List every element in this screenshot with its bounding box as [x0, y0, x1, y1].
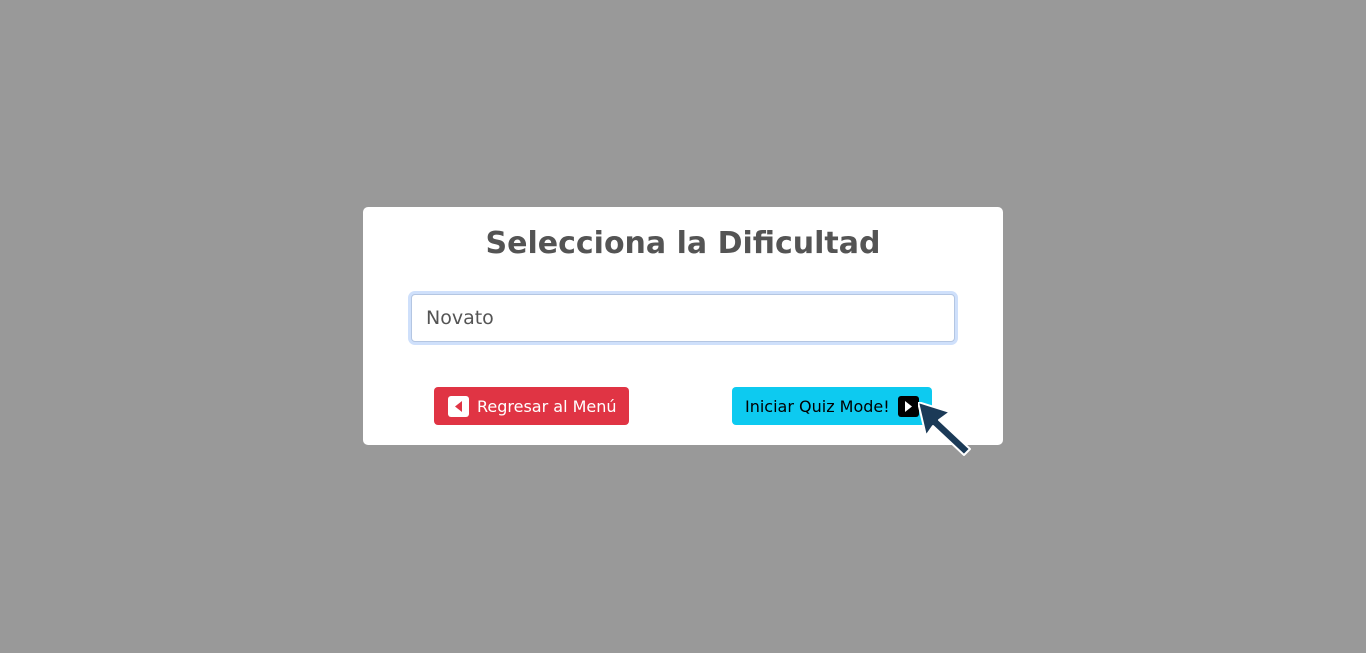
- start-button-label: Iniciar Quiz Mode!: [745, 396, 890, 416]
- start-quiz-button[interactable]: Iniciar Quiz Mode!: [732, 387, 932, 425]
- back-to-menu-button[interactable]: Regresar al Menú: [434, 387, 629, 425]
- difficulty-select-value: Novato: [426, 307, 494, 329]
- mouse-pointer-icon: [917, 401, 974, 458]
- difficulty-modal: Selecciona la Dificultad Novato Regresar…: [363, 207, 1003, 445]
- difficulty-select[interactable]: Novato: [411, 294, 955, 342]
- back-button-label: Regresar al Menú: [477, 396, 617, 416]
- caret-left-icon: [448, 395, 469, 417]
- modal-title: Selecciona la Dificultad: [485, 226, 881, 261]
- caret-right-icon: [897, 395, 919, 417]
